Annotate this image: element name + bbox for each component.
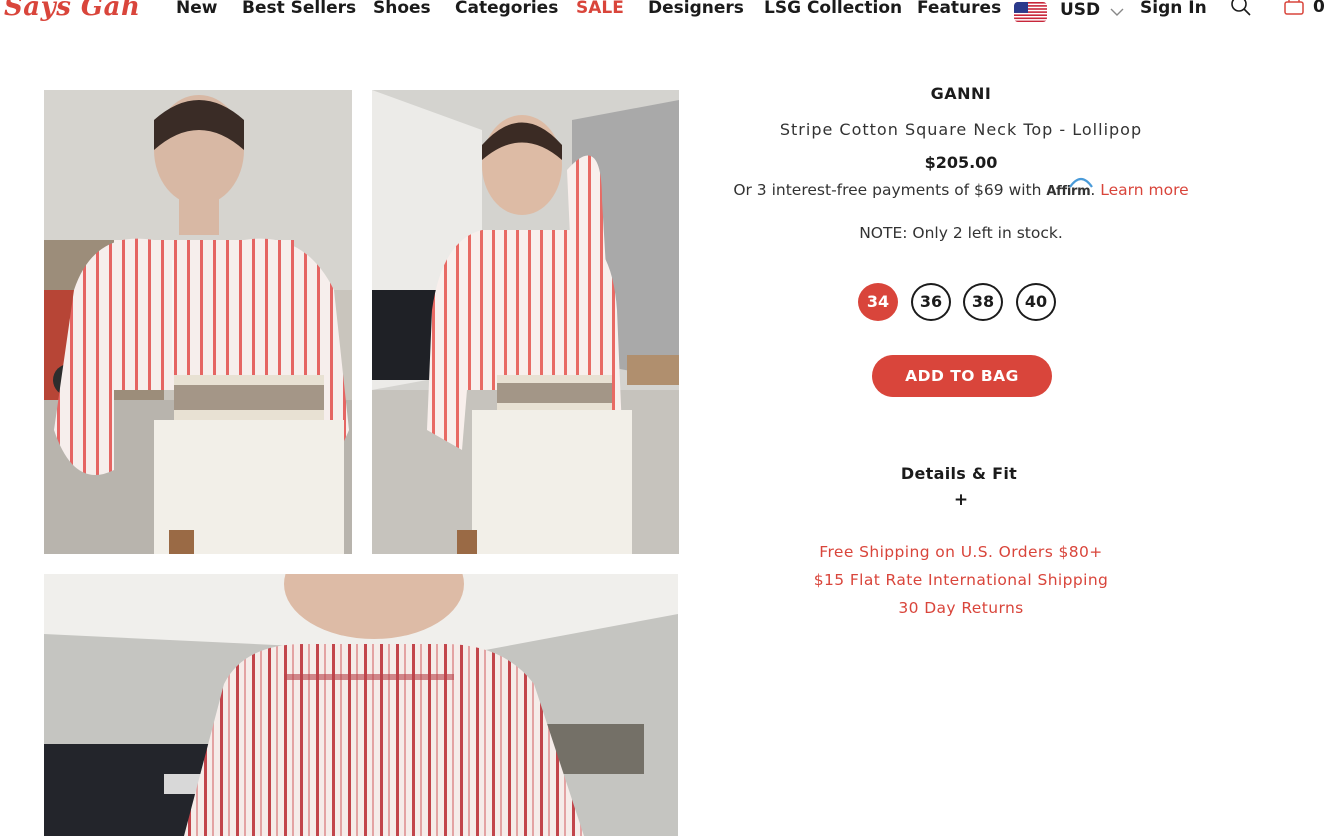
currency-label: USD — [1060, 0, 1101, 20]
size-option-40[interactable]: 40 — [1016, 283, 1056, 321]
details-fit-heading[interactable]: Details & Fit — [700, 464, 1218, 483]
details-expand-icon[interactable]: + — [700, 490, 1222, 510]
us-flag-icon — [1014, 2, 1047, 22]
nav-item-new[interactable]: New — [176, 0, 217, 18]
nav-item-sale[interactable]: SALE — [576, 0, 624, 18]
product-photo-side[interactable] — [372, 90, 679, 554]
nav-item-lsg-collection[interactable]: LSG Collection — [764, 0, 902, 18]
bag-button[interactable]: 0 — [1283, 0, 1324, 19]
size-option-38[interactable]: 38 — [963, 283, 1003, 321]
perk-free-shipping: Free Shipping on U.S. Orders $80+ — [819, 543, 1103, 561]
product-title: Stripe Cotton Square Neck Top - Lollipop — [779, 120, 1143, 139]
size-option-34[interactable]: 34 — [858, 283, 898, 321]
chevron-down-icon — [1110, 4, 1124, 18]
product-photo-front[interactable] — [44, 90, 352, 554]
nav-item-best-sellers[interactable]: Best Sellers — [242, 0, 356, 18]
shopping-bag-icon — [1283, 0, 1305, 20]
nav-item-features[interactable]: Features — [917, 0, 1001, 18]
site-logo[interactable]: Says Gah — [4, 0, 140, 22]
product-price: $205.00 — [924, 153, 998, 172]
search-icon[interactable] — [1229, 0, 1253, 18]
site-header: Says Gah New Best Sellers Shoes Categori… — [0, 0, 1324, 30]
affirm-text: Or 3 interest-free payments of $69 with — [733, 181, 1042, 199]
perk-returns: 30 Day Returns — [898, 599, 1024, 617]
stock-note: NOTE: Only 2 left in stock. — [859, 224, 1063, 242]
add-to-bag-button[interactable]: ADD TO BAG — [872, 355, 1052, 397]
bag-count: 0 — [1313, 0, 1324, 17]
affirm-logo: Affirm — [1046, 177, 1094, 199]
perk-international-shipping: $15 Flat Rate International Shipping — [813, 571, 1109, 589]
size-option-36[interactable]: 36 — [911, 283, 951, 321]
nav-item-shoes[interactable]: Shoes — [373, 0, 431, 18]
currency-selector[interactable]: USD — [1014, 0, 1124, 22]
affirm-learn-more-link[interactable]: Learn more — [1100, 181, 1188, 199]
sign-in-link[interactable]: Sign In — [1140, 0, 1207, 18]
nav-item-designers[interactable]: Designers — [648, 0, 744, 18]
affirm-financing-line: Or 3 interest-free payments of $69 with … — [700, 177, 1222, 199]
nav-item-categories[interactable]: Categories — [455, 0, 558, 18]
product-brand[interactable]: GANNI — [700, 84, 1222, 103]
product-photo-closeup[interactable] — [44, 574, 678, 836]
